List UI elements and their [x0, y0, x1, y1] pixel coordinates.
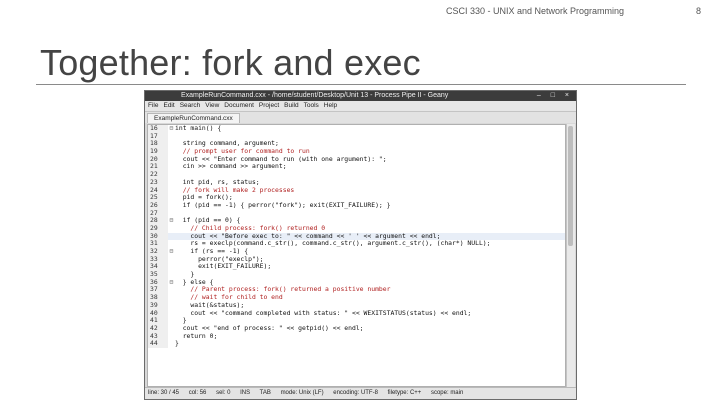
code-text: cin >> command >> argument;	[175, 162, 287, 171]
window-controls[interactable]: – □ ×	[537, 91, 573, 101]
geany-window: ExampleRunCommand.cxx - /home/student/De…	[144, 90, 577, 400]
course-header: CSCI 330 - UNIX and Network Programming	[446, 6, 625, 16]
code-text: }	[175, 339, 179, 348]
editor-scrollbar[interactable]	[566, 124, 575, 387]
status-bar: line: 30 / 45 col: 56 sel: 0 INS TAB mod…	[145, 387, 576, 399]
code-line[interactable]: 21 cin >> command >> argument;	[148, 162, 565, 172]
fold-marker-icon[interactable]: ⊟	[168, 125, 175, 133]
code-line[interactable]: 44}	[148, 339, 565, 348]
menu-item-file[interactable]: File	[148, 102, 158, 109]
code-text: int main() {	[175, 124, 222, 132]
status-sel: sel: 0	[216, 390, 231, 396]
window-titlebar[interactable]: ExampleRunCommand.cxx - /home/student/De…	[145, 91, 576, 101]
fold-marker-icon[interactable]: ⊟	[168, 278, 175, 287]
window-title: ExampleRunCommand.cxx - /home/student/De…	[181, 92, 449, 99]
menu-item-tools[interactable]: Tools	[304, 102, 319, 109]
title-divider	[36, 84, 686, 85]
code-text: cout << "command completed with status: …	[175, 308, 472, 317]
menu-item-project[interactable]: Project	[259, 102, 279, 109]
menu-item-build[interactable]: Build	[284, 102, 298, 109]
code-editor[interactable]: 16 ⊟ int main() {17 18 string command, argu…	[147, 124, 566, 387]
code-line[interactable]: 34 exit(EXIT_FAILURE);	[148, 263, 565, 272]
menu-bar: File Edit Search View Document Project Build To…	[145, 101, 576, 112]
menu-item-document[interactable]: Document	[224, 102, 254, 109]
menu-item-edit[interactable]: Edit	[163, 102, 174, 109]
slide-title: Together: fork and exec	[40, 42, 421, 83]
code-line[interactable]: 26 if (pid == -1) { perror("fork"); exit…	[148, 200, 565, 210]
line-number: 44	[148, 340, 168, 348]
scrollbar-thumb[interactable]	[568, 126, 573, 246]
status-encoding: encoding: UTF-8	[333, 390, 378, 396]
status-tab: TAB	[259, 390, 271, 396]
code-text: if (pid == -1) { perror("fork"); exit(EX…	[175, 200, 391, 209]
fold-marker-icon[interactable]: ⊟	[168, 247, 175, 256]
code-line[interactable]: 43 return 0;	[148, 331, 565, 341]
tab-example-run-command[interactable]: ExampleRunCommand.cxx	[147, 113, 240, 123]
status-filetype: filetype: C++	[387, 390, 422, 396]
status-col: col: 56	[188, 390, 207, 396]
menu-item-help[interactable]: Help	[324, 102, 337, 109]
slide-number: 8	[696, 6, 702, 16]
menu-item-view[interactable]: View	[205, 102, 219, 109]
menu-item-search[interactable]: Search	[180, 102, 201, 109]
status-ins: INS	[240, 390, 251, 396]
code-text: return 0;	[175, 331, 218, 340]
fold-marker-icon[interactable]: ⊟	[168, 217, 175, 225]
status-line: line: 30 / 45	[148, 390, 180, 396]
code-line[interactable]: 16 ⊟ int main() {	[148, 125, 565, 133]
code-line[interactable]: 40 cout << "command completed with statu…	[148, 308, 565, 318]
tab-bar: ExampleRunCommand.cxx	[145, 112, 576, 123]
status-scope: scope: main	[430, 390, 464, 396]
status-mode: mode: Unix (LF)	[280, 390, 324, 396]
